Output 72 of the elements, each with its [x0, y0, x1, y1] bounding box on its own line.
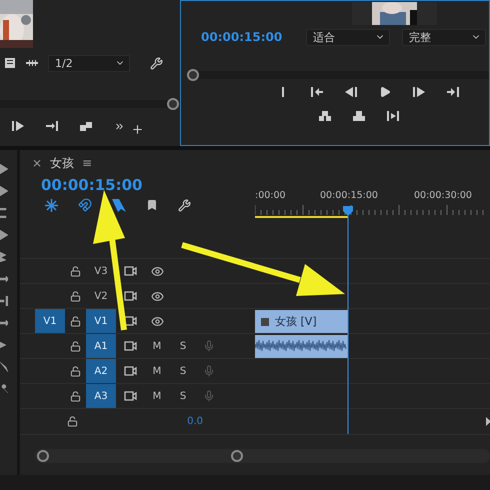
tool-icon[interactable] — [0, 274, 8, 284]
more-icon[interactable] — [114, 120, 125, 132]
tool-icon[interactable] — [0, 186, 8, 196]
time-label: 00:00:15:00 — [320, 190, 378, 201]
track-target[interactable]: A2 — [86, 359, 116, 383]
unlock-icon[interactable] — [70, 390, 80, 402]
go-to-out-icon[interactable] — [447, 87, 459, 97]
timecode[interactable]: 00:00:15:00 — [201, 30, 282, 44]
track-target[interactable]: V1 — [86, 309, 116, 333]
solo-button[interactable]: S — [174, 366, 192, 376]
unlock-icon[interactable] — [67, 416, 78, 427]
solo-button[interactable]: S — [174, 340, 192, 352]
track-target[interactable]: A3 — [86, 384, 116, 408]
audio-clip[interactable] — [255, 335, 348, 358]
play-icon[interactable] — [379, 86, 391, 98]
tool-icon[interactable] — [0, 296, 8, 306]
source-patch[interactable]: V1 — [35, 309, 65, 333]
tool-icon[interactable] — [0, 362, 8, 372]
lift-icon[interactable] — [319, 111, 331, 121]
marker-icon[interactable] — [146, 199, 158, 211]
unlock-icon[interactable] — [70, 366, 80, 376]
unlock-icon[interactable] — [70, 316, 80, 326]
track-target[interactable]: V3 — [86, 259, 116, 283]
tool-icon[interactable] — [0, 208, 8, 218]
linked-selection-icon[interactable] — [112, 198, 126, 212]
playhead[interactable] — [343, 206, 353, 434]
export-frame-icon[interactable] — [80, 121, 92, 131]
time-label: :00:00 — [255, 190, 286, 201]
insert-icon[interactable] — [46, 121, 58, 131]
unlock-icon[interactable] — [70, 340, 80, 352]
zoom-scrollbar[interactable] — [35, 449, 490, 463]
sequence-tab[interactable]: 女孩 — [50, 154, 74, 172]
go-to-in-icon[interactable] — [311, 87, 323, 97]
eye-icon[interactable] — [150, 290, 164, 302]
tool-icon[interactable] — [0, 340, 8, 350]
add-icon[interactable] — [131, 122, 144, 136]
track-target[interactable]: V2 — [86, 284, 116, 308]
step-forward-icon[interactable] — [413, 87, 425, 97]
master-volume[interactable]: 0.0 — [187, 416, 203, 427]
eye-icon[interactable] — [150, 264, 164, 278]
unlock-icon[interactable] — [70, 290, 80, 302]
clip-label: 女孩 [V] — [275, 314, 317, 329]
trim-icon[interactable] — [387, 111, 399, 121]
timecode[interactable]: 00:00:15:00 — [41, 176, 255, 194]
tool-icon[interactable] — [0, 384, 8, 394]
menu-button[interactable]: ≡ — [82, 156, 92, 170]
playhead-handle[interactable] — [187, 69, 199, 81]
resolution-dropdown[interactable]: 1/2 — [48, 54, 130, 72]
mute-button[interactable]: M — [148, 390, 166, 402]
unlock-icon[interactable] — [70, 266, 80, 276]
quality-dropdown[interactable]: 完整 — [402, 28, 486, 46]
mute-button[interactable]: M — [148, 340, 166, 352]
zoom-dropdown[interactable]: 适合 — [306, 28, 390, 46]
mute-button[interactable]: M — [148, 366, 166, 376]
solo-button[interactable]: S — [174, 390, 192, 402]
magnet-icon[interactable] — [78, 198, 92, 212]
tool-icon[interactable] — [0, 230, 8, 240]
video-clip[interactable]: 女孩 [V] — [255, 310, 348, 333]
tool-icon[interactable] — [0, 252, 8, 262]
eye-icon[interactable] — [150, 314, 164, 328]
wrench-icon[interactable] — [150, 56, 163, 70]
time-label: 00:00:30:00 — [414, 190, 472, 201]
step-forward-icon[interactable] — [12, 121, 24, 131]
track-target[interactable]: A1 — [86, 334, 116, 358]
nest-icon[interactable] — [45, 198, 58, 212]
tool-icon[interactable] — [0, 164, 8, 174]
extract-icon[interactable] — [353, 111, 365, 121]
playhead-handle[interactable] — [167, 98, 179, 110]
wrench-icon[interactable] — [178, 198, 191, 212]
tool-icon[interactable] — [0, 318, 8, 328]
close-button[interactable]: × — [32, 156, 42, 170]
step-back-icon[interactable] — [345, 87, 357, 97]
